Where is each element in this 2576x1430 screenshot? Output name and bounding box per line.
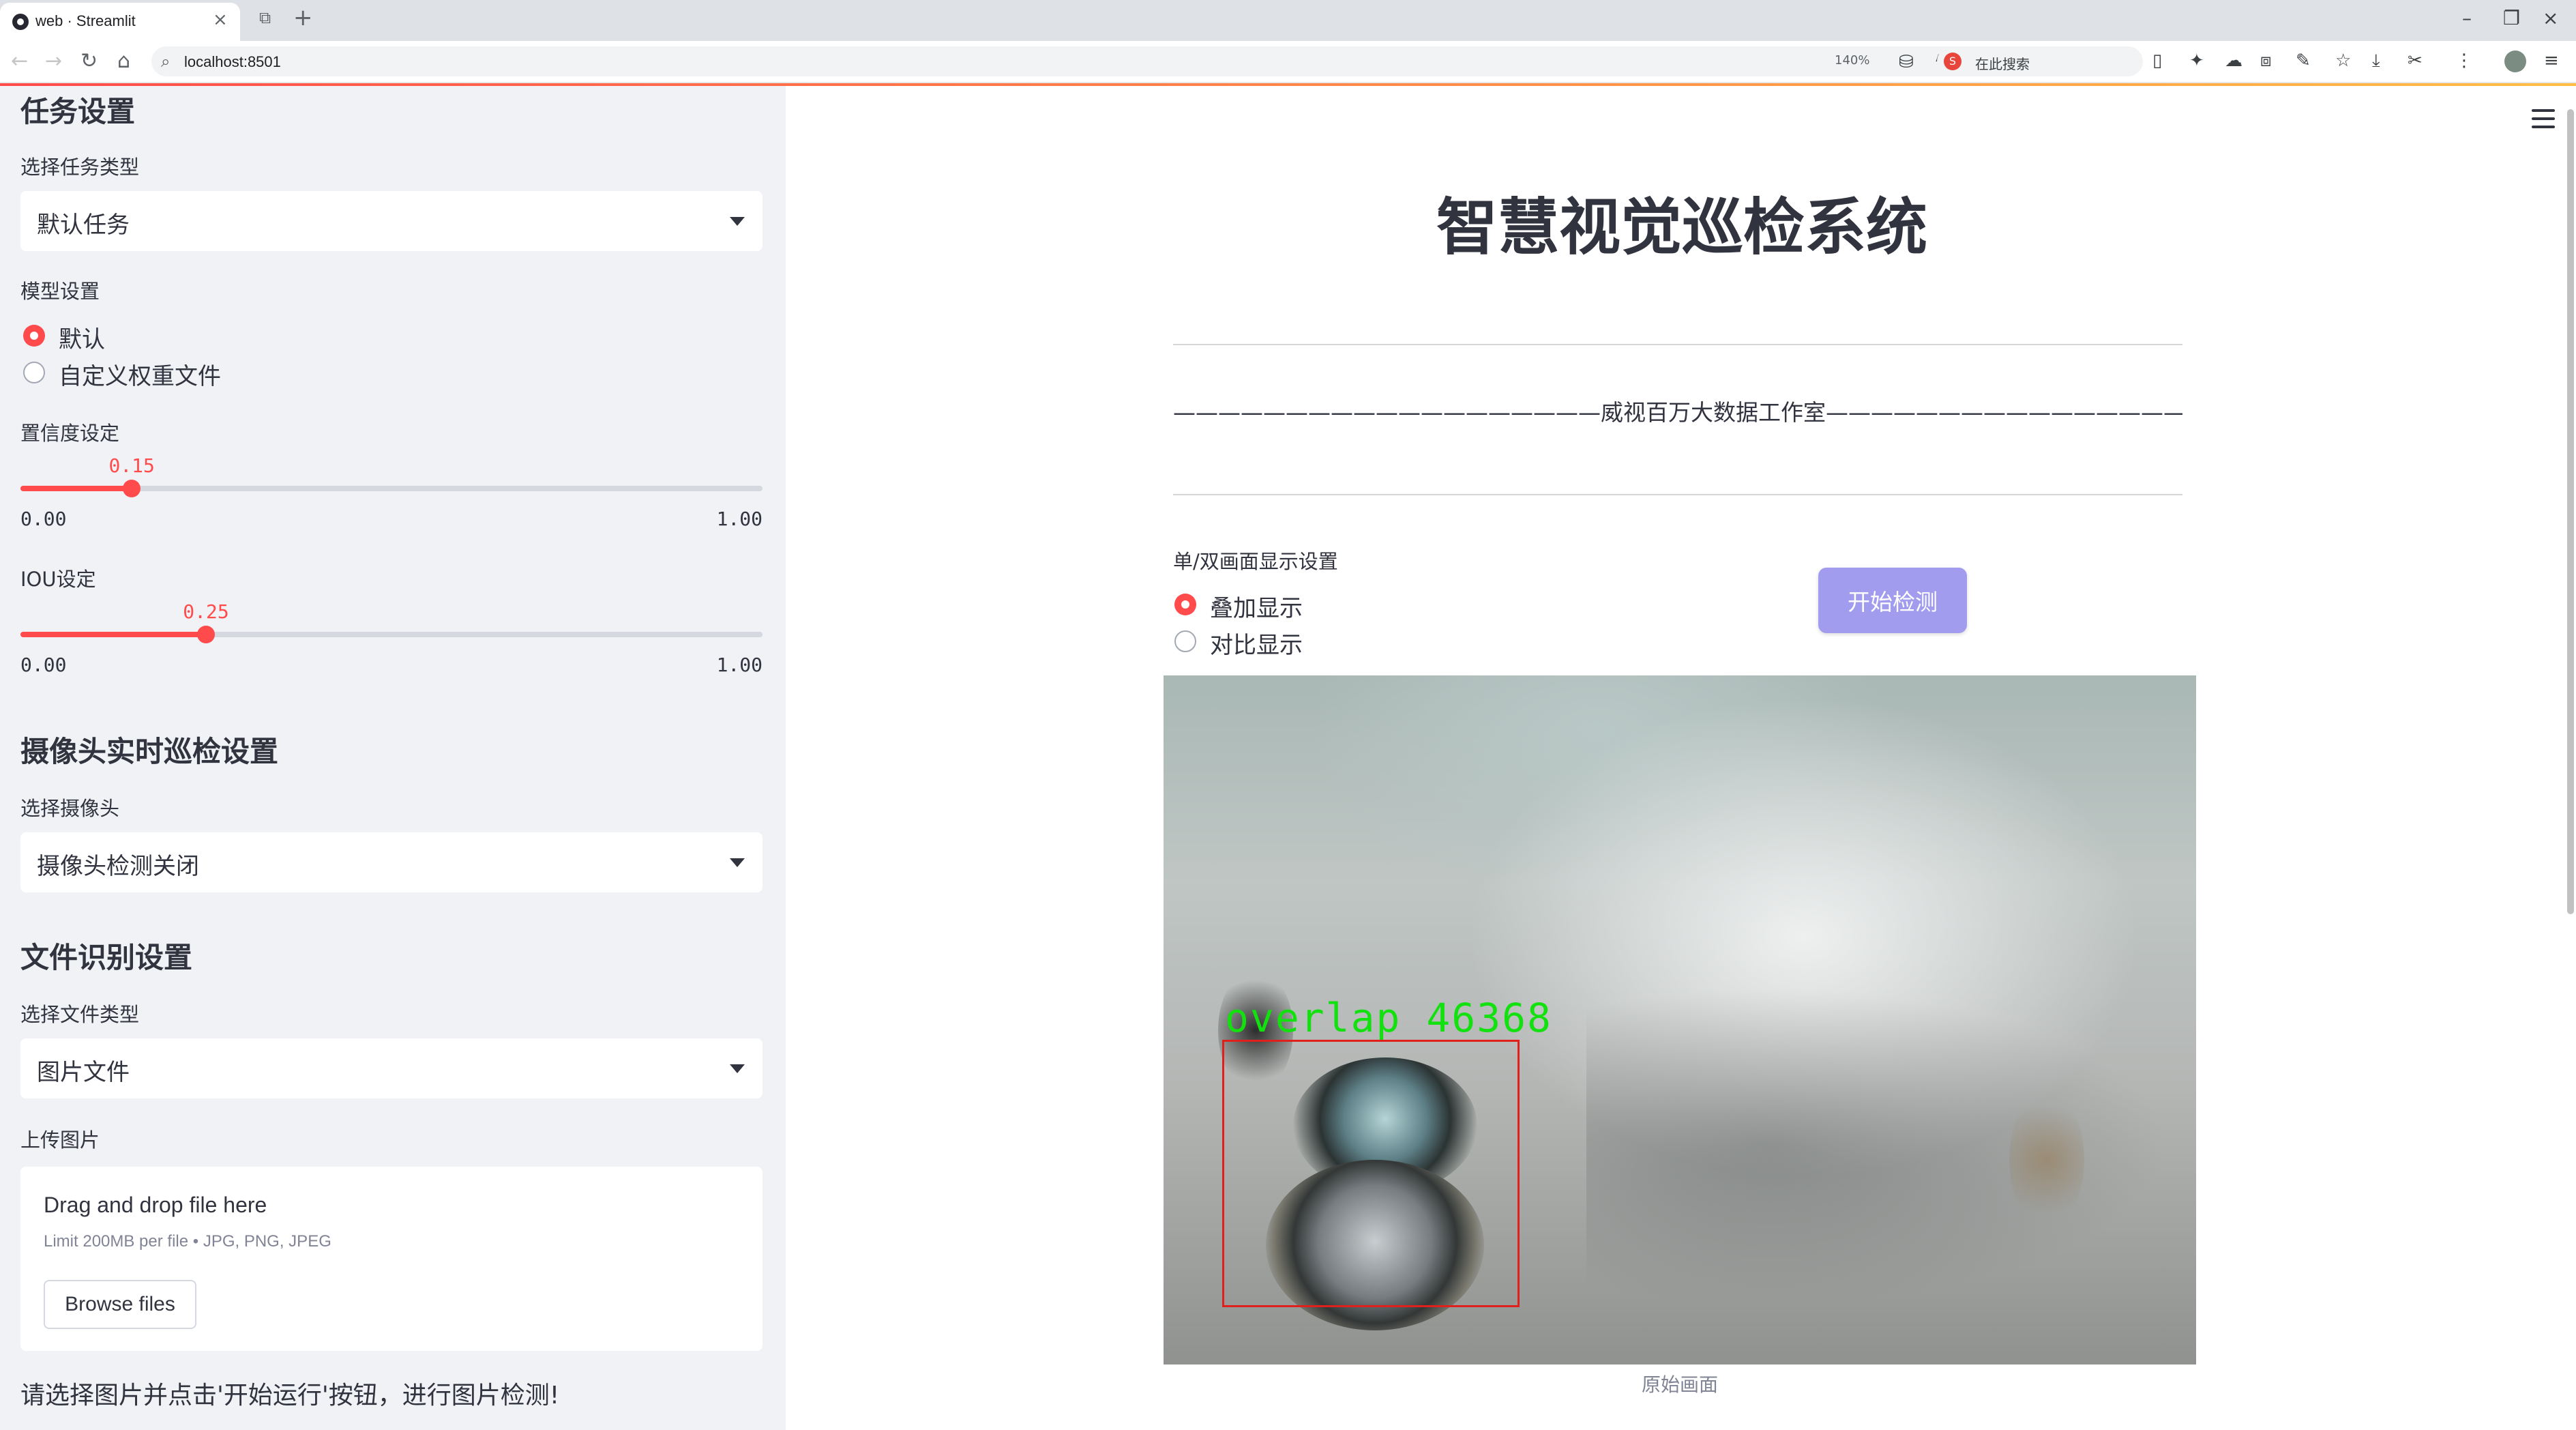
page-title: 智慧视觉巡检系统	[1436, 192, 1927, 263]
reload-icon[interactable]: ↻	[80, 49, 98, 73]
surface-stain	[2009, 1092, 2084, 1228]
iou-label: IOU设定	[20, 568, 96, 591]
file-dropzone[interactable]: Drag and drop file here Limit 200MB per …	[20, 1167, 763, 1351]
surface-shadow	[1586, 976, 2196, 1317]
start-detection-button[interactable]: 开始检测	[1818, 568, 1967, 633]
upload-label: 上传图片	[20, 1128, 100, 1152]
slider-max: 1.00	[716, 508, 763, 530]
sidebar-instruction: 请选择图片并点击'开始运行'按钮，进行图片检测!	[20, 1382, 560, 1410]
search-box[interactable]: S 在此搜索	[1937, 46, 2139, 76]
close-tab-icon[interactable]: ×	[213, 10, 228, 30]
task-type-select[interactable]: 默认任务	[20, 191, 763, 251]
chevron-down-icon	[730, 858, 745, 867]
camera-select-label: 选择摄像头	[20, 797, 120, 820]
extension-translate-icon[interactable]: ⧈	[2260, 50, 2272, 72]
slider-thumb[interactable]	[197, 626, 215, 643]
confidence-label: 置信度设定	[20, 422, 120, 445]
main-menu-icon[interactable]	[2532, 109, 2555, 128]
browser-toolbar: ← → ↻ ⌂ ⌕ localhost:8501 140% ⛁ ϟ ⊡ ➦ ☆ …	[0, 41, 2576, 83]
sidebar: 任务设置 选择任务类型 默认任务 模型设置 默认 自定义权重文件 置信度设定 0…	[0, 86, 786, 1430]
iou-value: 0.25	[183, 600, 229, 623]
divider-bottom	[1173, 494, 2182, 495]
browser-tab[interactable]: web · Streamlit ×	[0, 3, 240, 41]
iou-slider[interactable]: 0.25 0.00 1.00	[20, 600, 763, 703]
file-type-select[interactable]: 图片文件	[20, 1038, 763, 1098]
radio-unselected-icon[interactable]	[1174, 630, 1196, 652]
dropzone-limit: Limit 200MB per file • JPG, PNG, JPEG	[44, 1232, 331, 1251]
address-bar[interactable]: ⌕ localhost:8501 140% ⛁ ϟ ⊡ ➦ ☆	[151, 46, 2143, 76]
display-option-label: 对比显示	[1210, 632, 1303, 659]
dropzone-title: Drag and drop file here	[44, 1193, 267, 1217]
phone-icon[interactable]: ▯	[2152, 50, 2162, 71]
translate-icon[interactable]: ⛁	[1899, 52, 1914, 72]
model-option-label: 默认	[59, 326, 105, 353]
display-option-label: 叠加显示	[1210, 595, 1303, 622]
browser-menu-icon[interactable]: ≡	[2544, 50, 2559, 71]
chevron-down-icon	[730, 1064, 745, 1073]
camera-select[interactable]: 摄像头检测关闭	[20, 832, 763, 892]
tab-title: web · Streamlit	[35, 12, 136, 29]
streamlit-favicon-icon	[12, 14, 29, 30]
slider-track[interactable]	[20, 632, 763, 637]
browser-tab-bar: web · Streamlit × ⧉ + – ❐ ×	[0, 0, 2576, 41]
chevron-down-icon	[730, 217, 745, 226]
search-engine-icon: S	[1944, 53, 1961, 70]
radio-unselected-icon[interactable]	[23, 362, 45, 383]
zoom-indicator[interactable]: 140%	[1835, 53, 1869, 68]
file-type-label: 选择文件类型	[20, 1003, 140, 1026]
slider-min: 0.00	[20, 508, 67, 530]
scissors-icon[interactable]: ✂	[2408, 50, 2423, 71]
task-type-value: 默认任务	[37, 211, 130, 239]
window-close-icon[interactable]: ×	[2543, 7, 2558, 29]
minimize-icon[interactable]: –	[2462, 7, 2472, 29]
home-icon[interactable]: ⌂	[117, 49, 130, 73]
detection-label: overlap 46368	[1225, 995, 1552, 1041]
slider-min: 0.00	[20, 654, 67, 676]
camera-settings-heading: 摄像头实时巡检设置	[20, 735, 279, 768]
slider-thumb[interactable]	[123, 480, 141, 497]
display-mode-label: 单/双画面显示设置	[1173, 550, 1338, 573]
restore-icon[interactable]: ❐	[2503, 7, 2520, 29]
file-type-value: 图片文件	[37, 1059, 130, 1086]
extension-cloud-icon[interactable]: ☁	[2225, 50, 2242, 71]
forward-icon[interactable]: →	[45, 49, 62, 73]
task-type-label: 选择任务类型	[20, 156, 140, 179]
extension-colorful-icon[interactable]: ✦	[2189, 50, 2204, 71]
image-caption: 原始画面	[1641, 1373, 1718, 1396]
divider-top	[1173, 344, 2182, 345]
more-vertical-icon[interactable]: ⋮	[2455, 50, 2473, 71]
radio-selected-icon[interactable]	[1174, 594, 1196, 615]
scrollbar[interactable]	[2567, 109, 2574, 914]
favorites-icon[interactable]: ☆	[2335, 50, 2351, 71]
detection-bounding-box	[1222, 1040, 1520, 1307]
search-placeholder: 在此搜索	[1975, 56, 2030, 72]
url-text: localhost:8501	[184, 53, 281, 70]
site-info-icon[interactable]: ⌕	[161, 52, 170, 71]
back-icon[interactable]: ←	[11, 49, 28, 73]
download-icon[interactable]: ⤓	[2372, 50, 2380, 72]
camera-select-value: 摄像头检测关闭	[37, 853, 199, 880]
browse-files-button[interactable]: Browse files	[44, 1280, 196, 1329]
model-option-label: 自定义权重文件	[59, 363, 221, 390]
detection-result-image: overlap 46368	[1164, 675, 2196, 1365]
radio-selected-icon[interactable]	[23, 325, 45, 347]
page-subtitle: ———————————————————威视百万大数据工作室———————————…	[1173, 399, 2182, 426]
tab-group-icon[interactable]: ⧉	[259, 8, 271, 27]
slider-fill	[20, 632, 206, 637]
profile-avatar[interactable]	[2504, 50, 2526, 72]
slider-fill	[20, 486, 132, 491]
extension-pen-icon[interactable]: ✎	[2296, 50, 2311, 71]
file-settings-heading: 文件识别设置	[20, 941, 193, 974]
confidence-value: 0.15	[108, 454, 155, 477]
main-content: 智慧视觉巡检系统 ———————————————————威视百万大数据工作室——…	[786, 86, 2576, 1430]
slider-max: 1.00	[716, 654, 763, 676]
task-settings-heading: 任务设置	[20, 95, 136, 128]
model-settings-label: 模型设置	[20, 280, 100, 303]
new-tab-icon[interactable]: +	[293, 4, 313, 31]
confidence-slider[interactable]: 0.15 0.00 1.00	[20, 454, 763, 557]
